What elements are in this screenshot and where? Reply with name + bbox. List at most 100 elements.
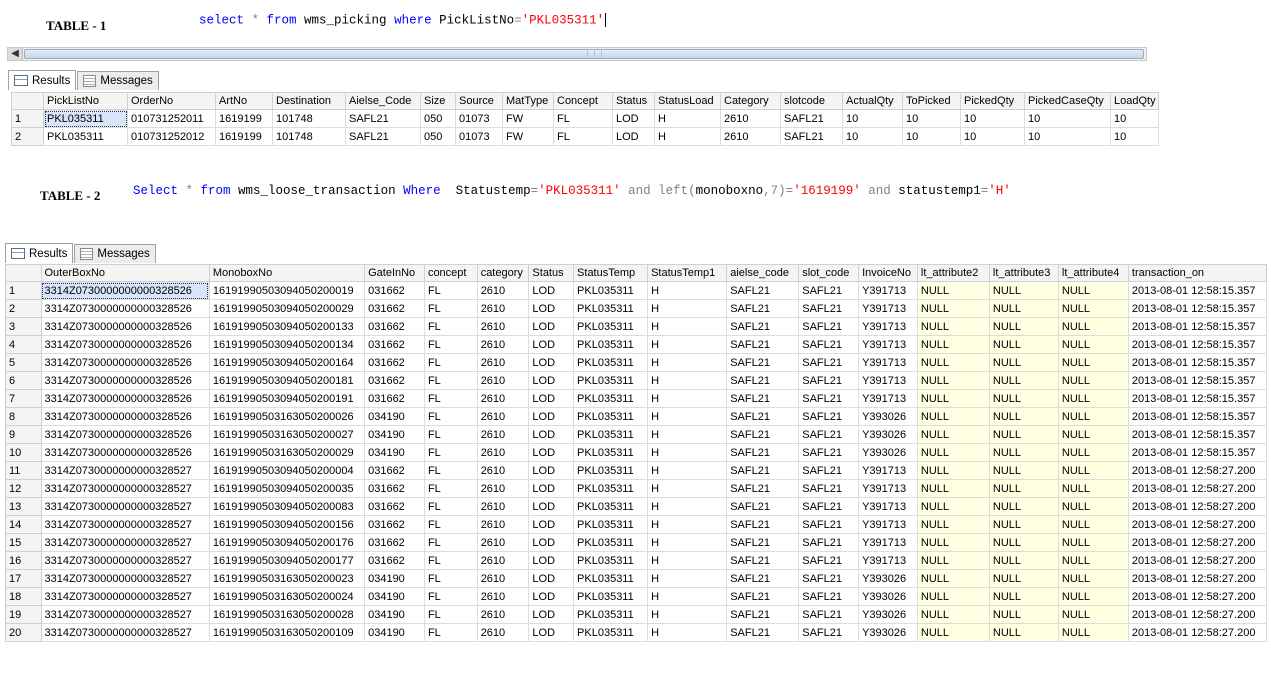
grid-cell[interactable]: 3314Z0730000000000328527 — [40, 461, 210, 480]
grid-cell[interactable]: NULL — [1057, 569, 1129, 588]
grid-cell[interactable]: H — [647, 299, 728, 318]
row-number[interactable]: 7 — [5, 389, 42, 408]
grid-cell[interactable]: SAFL21 — [726, 587, 800, 606]
grid-cell[interactable]: NULL — [916, 317, 990, 336]
grid-cell[interactable]: 10 — [902, 109, 961, 128]
column-header[interactable]: lt_attribute4 — [1057, 264, 1129, 282]
grid-cell[interactable]: SAFL21 — [798, 443, 860, 462]
grid-cell[interactable]: 01073 — [455, 127, 503, 146]
grid-cell[interactable]: SAFL21 — [726, 407, 800, 426]
table-row[interactable]: 20 3314Z0730000000000328527 16191990503163… — [5, 623, 1268, 642]
grid-cell[interactable]: Y391713 — [858, 317, 918, 336]
grid-cell[interactable]: 10 — [842, 127, 903, 146]
grid-cell[interactable]: 16191990503094050200035 — [208, 479, 366, 498]
grid-cell[interactable]: 034190 — [364, 425, 425, 444]
grid-cell[interactable]: FL — [423, 587, 478, 606]
grid-cell[interactable]: LOD — [528, 623, 575, 642]
grid-cell[interactable]: SAFL21 — [798, 389, 860, 408]
grid-cell[interactable]: 2013-08-01 12:58:27.200 — [1127, 515, 1268, 534]
row-number[interactable]: 16 — [5, 551, 42, 570]
grid-cell[interactable]: 2013-08-01 12:58:15.357 — [1127, 317, 1268, 336]
grid-cell[interactable]: LOD — [528, 515, 575, 534]
grid-cell[interactable]: 2610 — [476, 389, 530, 408]
table-row[interactable]: 17 3314Z0730000000000328527 16191990503163… — [5, 569, 1268, 588]
table-row[interactable]: 6 3314Z0730000000000328526 161919905030940… — [5, 371, 1268, 390]
column-header[interactable]: PickedCaseQty — [1024, 92, 1111, 110]
row-number[interactable]: 20 — [5, 623, 42, 642]
grid-cell[interactable]: SAFL21 — [798, 407, 860, 426]
grid-cell[interactable]: 3314Z0730000000000328526 — [40, 407, 210, 426]
grid-cell[interactable]: LOD — [528, 281, 575, 300]
grid-cell[interactable]: PKL035311 — [43, 109, 128, 128]
grid-cell[interactable]: NULL — [988, 533, 1059, 552]
corner-cell[interactable] — [5, 264, 42, 282]
grid-cell[interactable]: 16191990503094050200181 — [208, 371, 366, 390]
grid-cell[interactable]: 10 — [1110, 109, 1159, 128]
grid-cell[interactable]: 2013-08-01 12:58:27.200 — [1127, 623, 1268, 642]
grid-cell[interactable]: NULL — [988, 353, 1059, 372]
grid-cell[interactable]: NULL — [1057, 353, 1129, 372]
grid-cell[interactable]: NULL — [916, 281, 990, 300]
grid-cell[interactable]: SAFL21 — [726, 299, 800, 318]
table-row[interactable]: 5 3314Z0730000000000328526 161919905030940… — [5, 353, 1268, 372]
grid-cell[interactable]: PKL035311 — [573, 497, 649, 516]
grid-cell[interactable]: FL — [423, 317, 478, 336]
grid-cell[interactable]: PKL035311 — [573, 389, 649, 408]
grid-cell[interactable]: 3314Z0730000000000328526 — [40, 299, 210, 318]
column-header[interactable]: Size — [420, 92, 456, 110]
grid-cell[interactable]: 101748 — [272, 127, 346, 146]
grid-cell[interactable]: LOD — [528, 569, 575, 588]
grid-cell[interactable]: NULL — [916, 605, 990, 624]
grid-cell[interactable]: SAFL21 — [798, 317, 860, 336]
grid-cell[interactable]: PKL035311 — [573, 317, 649, 336]
grid-cell[interactable]: Y393026 — [858, 407, 918, 426]
column-header[interactable]: OrderNo — [127, 92, 216, 110]
grid-cell[interactable]: H — [647, 353, 728, 372]
grid-cell[interactable]: PKL035311 — [573, 281, 649, 300]
grid-cell[interactable]: Y393026 — [858, 569, 918, 588]
grid-cell[interactable]: 2610 — [476, 353, 530, 372]
grid-cell[interactable]: 2013-08-01 12:58:27.200 — [1127, 551, 1268, 570]
grid-cell[interactable]: H — [647, 551, 728, 570]
grid-cell[interactable]: H — [647, 587, 728, 606]
grid-cell[interactable]: 034190 — [364, 443, 425, 462]
grid-cell[interactable]: 2013-08-01 12:58:15.357 — [1127, 407, 1268, 426]
grid-cell[interactable]: 2610 — [476, 533, 530, 552]
grid-cell[interactable]: 10 — [1024, 127, 1111, 146]
grid-cell[interactable]: NULL — [916, 569, 990, 588]
grid-cell[interactable]: SAFL21 — [798, 479, 860, 498]
column-header[interactable]: Aielse_Code — [345, 92, 421, 110]
grid-cell[interactable]: NULL — [988, 371, 1059, 390]
grid-cell[interactable]: SAFL21 — [798, 371, 860, 390]
grid-cell[interactable]: 031662 — [364, 299, 425, 318]
grid-cell[interactable]: Y393026 — [858, 587, 918, 606]
row-number[interactable]: 6 — [5, 371, 42, 390]
grid-cell[interactable]: 2610 — [476, 461, 530, 480]
grid-cell[interactable]: PKL035311 — [573, 371, 649, 390]
grid-cell[interactable]: 2013-08-01 12:58:27.200 — [1127, 569, 1268, 588]
column-header[interactable]: MatType — [502, 92, 554, 110]
grid-cell[interactable]: SAFL21 — [726, 533, 800, 552]
grid-cell[interactable]: SAFL21 — [798, 425, 860, 444]
grid-cell[interactable]: Y391713 — [858, 299, 918, 318]
grid-cell[interactable]: SAFL21 — [798, 299, 860, 318]
grid-cell[interactable]: NULL — [1057, 389, 1129, 408]
column-header[interactable]: ArtNo — [215, 92, 273, 110]
grid-cell[interactable]: NULL — [916, 335, 990, 354]
grid-cell[interactable]: Y393026 — [858, 425, 918, 444]
grid-cell[interactable]: NULL — [1057, 299, 1129, 318]
grid-cell[interactable]: H — [647, 569, 728, 588]
grid-cell[interactable]: NULL — [916, 497, 990, 516]
grid-cell[interactable]: NULL — [988, 569, 1059, 588]
grid-cell[interactable]: 2610 — [476, 587, 530, 606]
grid-cell[interactable]: SAFL21 — [726, 605, 800, 624]
grid-cell[interactable]: 2610 — [476, 317, 530, 336]
grid-cell[interactable]: NULL — [988, 497, 1059, 516]
grid-cell[interactable]: 16191990503094050200019 — [208, 281, 366, 300]
grid-cell[interactable]: 034190 — [364, 407, 425, 426]
column-header[interactable]: Status — [612, 92, 655, 110]
grid-cell[interactable]: PKL035311 — [573, 407, 649, 426]
grid-cell[interactable]: 2013-08-01 12:58:15.357 — [1127, 371, 1268, 390]
grid-cell[interactable]: SAFL21 — [726, 497, 800, 516]
column-header[interactable]: ActualQty — [842, 92, 903, 110]
